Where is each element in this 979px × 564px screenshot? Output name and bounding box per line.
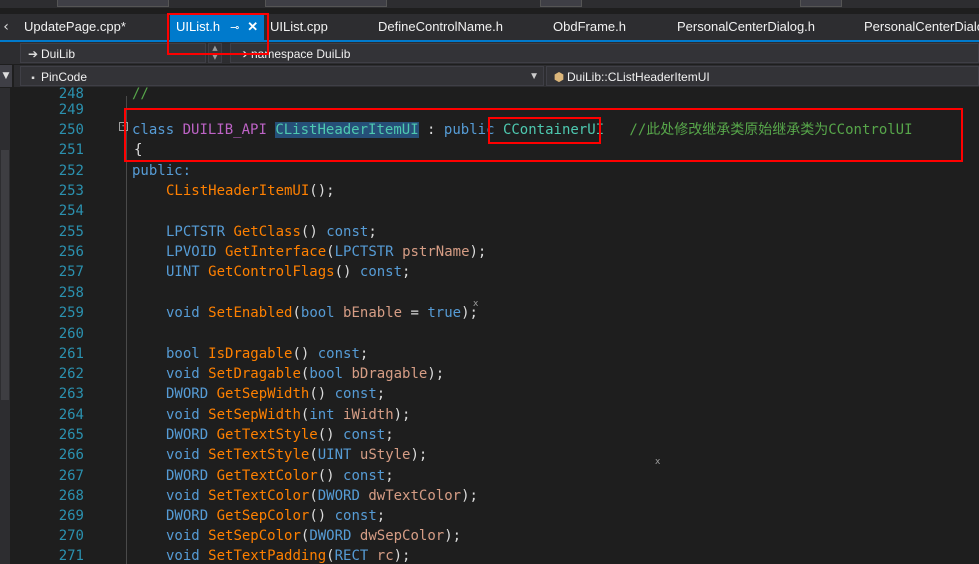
tab-updatepage-cpp[interactable]: UpdatePage.cpp* (24, 14, 126, 40)
project-dropdown[interactable]: ➔ DuiLib (20, 43, 206, 63)
code-line: 260 (58, 326, 84, 342)
stray-mark: x (473, 299, 479, 309)
code-line: 263 DWORD GetSepWidth() const; (58, 386, 386, 402)
member-dropdown[interactable]: ▪ PinCode ▼ (20, 66, 544, 86)
code-line: 271 void SetTextPadding(RECT rc); (58, 548, 411, 564)
code-line: 266 void SetTextStyle(UINT uStyle); (58, 447, 428, 463)
code-line: 250 class DUILIB_API CListHeaderItemUI : … (58, 122, 913, 138)
pin-icon[interactable]: ⊸ (230, 15, 239, 41)
code-line: 264 void SetSepWidth(int iWidth); (58, 407, 411, 423)
code-line: 270 void SetSepColor(DWORD dwSepColor); (58, 528, 462, 544)
code-line: 267 DWORD GetTextColor() const; (58, 468, 394, 484)
symbol-dropdown[interactable]: ⬢ DuiLib::CListHeaderItemUI (546, 66, 979, 86)
tab-uilist-h[interactable]: UIList.h ⊸ ✕ (170, 14, 265, 41)
tab-definecontrolname-h[interactable]: DefineControlName.h (378, 14, 503, 40)
document-tab-bar: UpdatePage.cpp* UIList.h ⊸ ✕ UIList.cpp De… (0, 14, 979, 40)
code-line: 257 UINT GetControlFlags() const; (58, 264, 411, 280)
navigation-bar-top: ➔ DuiLib ▲ ▼ ➔ namespace DuiLib (0, 42, 979, 64)
code-line: 269 DWORD GetSepColor() const; (58, 508, 386, 524)
tab-uilist-cpp[interactable]: UIList.cpp (270, 14, 328, 40)
arrow-right-icon: ➔ (27, 47, 39, 61)
code-line: 252 public: (58, 163, 192, 179)
close-icon[interactable]: ✕ (247, 14, 258, 40)
code-line: 253 CListHeaderItemUI(); (58, 183, 335, 199)
code-line: 258 (58, 285, 84, 301)
code-line: 254 (58, 203, 84, 219)
code-line: 262 void SetDragable(bool bDragable); (58, 366, 445, 382)
tab-personalcenterdialog-h[interactable]: PersonalCenterDialog.h (677, 14, 815, 40)
collapse-toggle-icon[interactable]: - (119, 122, 128, 131)
arrow-right-icon: ➔ (237, 47, 249, 61)
code-line: 256 LPVOID GetInterface(LPCTSTR pstrName)… (58, 244, 487, 260)
indent-guide (126, 96, 127, 564)
code-line: 268 void SetTextColor(DWORD dwTextColor); (58, 488, 478, 504)
top-toolbar-strip (0, 0, 979, 8)
code-editor[interactable]: 248// 249 250 class DUILIB_API CListHeade… (0, 84, 979, 564)
stray-mark: x (655, 457, 661, 467)
code-line: 251{ (58, 142, 143, 158)
code-line: 265 DWORD GetTextStyle() const; (58, 427, 394, 443)
code-line: 255 LPCTSTR GetClass() const; (58, 224, 377, 240)
code-line: 261 bool IsDragable() const; (58, 346, 369, 362)
chevron-left-icon[interactable]: ‹ (0, 14, 12, 40)
scope-dropdown[interactable]: ➔ namespace DuiLib (230, 43, 979, 63)
tab-obdframe-h[interactable]: ObdFrame.h (553, 14, 626, 40)
code-line: 249 (58, 102, 84, 118)
code-line: 259 void SetEnabled(bool bEnable = true); (58, 305, 478, 321)
scroll-spinner[interactable]: ▲ ▼ (208, 43, 222, 63)
tab-personalcenterdialog-partial[interactable]: PersonalCenterDialo (864, 14, 979, 40)
